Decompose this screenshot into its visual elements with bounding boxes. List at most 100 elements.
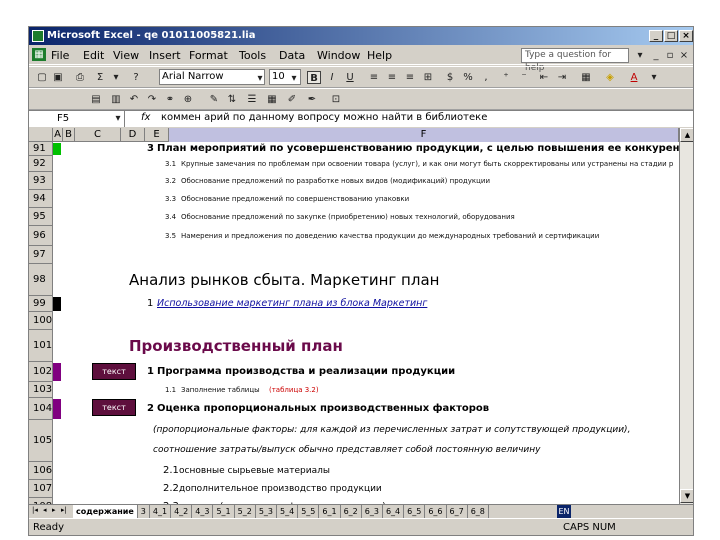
align-left-icon[interactable]: ≡ [367, 71, 381, 84]
sort-icon[interactable]: ⇅ [225, 93, 239, 106]
size-dropdown-icon[interactable]: ▾ [287, 72, 301, 85]
sheet-tab[interactable]: 5_2 [235, 505, 256, 518]
sheet-tab[interactable]: 4_2 [171, 505, 193, 518]
vertical-scrollbar[interactable]: ▲ ▼ [679, 128, 693, 504]
increase-indent-icon[interactable]: ⇥ [555, 71, 569, 84]
redo-icon[interactable]: ↷ [145, 93, 159, 106]
menu-help[interactable]: Help [367, 49, 392, 62]
row-header[interactable]: 101 [29, 330, 53, 362]
close-button[interactable]: × [679, 30, 693, 42]
scroll-up-arrow[interactable]: ▲ [680, 128, 693, 142]
pen-icon[interactable]: ✒ [305, 93, 319, 106]
sheet-tab[interactable]: 5_5 [298, 505, 320, 518]
prev-sheet-icon[interactable]: ◂ [43, 506, 47, 514]
row-header[interactable]: 107 [29, 480, 53, 498]
fill-color-icon[interactable]: ◈ [603, 71, 617, 84]
sheet-tab[interactable]: 6_2 [341, 505, 362, 518]
row-header[interactable]: 93 [29, 172, 53, 190]
comma-style-icon[interactable]: , [479, 71, 493, 84]
help-question-box[interactable]: Type a question for help [521, 48, 629, 73]
format-painter-icon[interactable]: ✐ [285, 93, 299, 106]
row-header[interactable]: 91 [29, 142, 53, 156]
bold-button[interactable]: B [307, 71, 321, 84]
column-header-f[interactable]: F [169, 128, 679, 142]
sheet-tab[interactable]: 5_1 [213, 505, 235, 518]
restore-button[interactable]: □ [664, 30, 678, 42]
formula-input[interactable]: коммен арий по данному вопросу можно най… [161, 112, 487, 123]
merge-center-icon[interactable]: ⊞ [421, 71, 435, 84]
text-button[interactable]: текст [92, 399, 136, 416]
menu-format[interactable]: Format [189, 49, 228, 62]
menu-insert[interactable]: Insert [149, 49, 181, 62]
sheet-tab[interactable]: содержание [73, 505, 138, 518]
row-header[interactable]: 94 [29, 190, 53, 208]
menu-tools[interactable]: Tools [239, 49, 266, 62]
menu-data[interactable]: Data [279, 49, 305, 62]
new-icon[interactable]: ▢ [35, 71, 49, 84]
insert-function-button[interactable]: fx [141, 112, 150, 123]
underline-button[interactable]: U [343, 71, 357, 84]
toolbar-options-icon[interactable]: ▾ [647, 71, 661, 84]
column-header-e[interactable]: E [145, 128, 169, 142]
row-header[interactable]: 104 [29, 398, 53, 420]
next-sheet-icon[interactable]: ▸ [52, 506, 56, 514]
currency-icon[interactable]: $ [443, 71, 457, 84]
row-header[interactable]: 97 [29, 246, 53, 264]
select-all-corner[interactable] [29, 128, 53, 142]
menu-view[interactable]: View [113, 49, 139, 62]
minimize-button[interactable]: _ [649, 30, 663, 42]
row-header[interactable]: 95 [29, 208, 53, 226]
print-preview-icon[interactable]: ⎙ [73, 71, 87, 84]
row-header[interactable]: 100 [29, 312, 53, 330]
help-icon[interactable]: ? [129, 71, 143, 84]
sheet-tab[interactable]: 5_3 [256, 505, 277, 518]
control-toolbox-icon[interactable]: ▤ [89, 93, 103, 106]
sheet-tab[interactable]: 4_1 [150, 505, 172, 518]
row-header[interactable]: 96 [29, 226, 53, 246]
column-header-d[interactable]: D [121, 128, 145, 142]
column-header-b[interactable]: B [63, 128, 75, 142]
draw-icon[interactable]: ✎ [207, 93, 221, 106]
sheet-tab[interactable]: 4_3 [192, 505, 214, 518]
percent-icon[interactable]: % [461, 71, 475, 84]
sheet-tab[interactable]: 6_6 [425, 505, 447, 518]
doc-restore-icon[interactable]: ▫ [663, 49, 677, 62]
web-toolbar-icon[interactable]: ⊕ [181, 93, 195, 106]
row-header[interactable]: 103 [29, 382, 53, 398]
sheet-tab[interactable]: 6_5 [404, 505, 426, 518]
decrease-decimal-icon[interactable]: ⁻ [517, 71, 531, 84]
first-sheet-icon[interactable]: |◂ [32, 506, 38, 514]
row-header[interactable]: 106 [29, 462, 53, 480]
sheet-tab[interactable]: 6_4 [383, 505, 405, 518]
row-header[interactable]: 102 [29, 362, 53, 382]
align-center-icon[interactable]: ≡ [385, 71, 399, 84]
menu-edit[interactable]: Edit [83, 49, 104, 62]
font-name-select[interactable]: Arial Narrow [159, 69, 265, 85]
column-header-a[interactable]: A [53, 128, 63, 142]
increase-decimal-icon[interactable]: ⁺ [499, 71, 513, 84]
menu-file[interactable]: File [51, 49, 69, 62]
sheet-tab[interactable]: 6_3 [362, 505, 383, 518]
italic-button[interactable]: I [325, 71, 339, 84]
column-header-c[interactable]: C [75, 128, 121, 142]
sheet-tab[interactable]: 6_1 [319, 505, 341, 518]
doc-close-icon[interactable]: × [677, 49, 691, 62]
autosum-icon[interactable]: Σ [93, 71, 107, 84]
align-right-icon[interactable]: ≡ [403, 71, 417, 84]
last-sheet-icon[interactable]: ▸| [61, 506, 67, 514]
help-dropdown-icon[interactable]: ▾ [633, 49, 647, 62]
sheet-tab[interactable]: 6_7 [447, 505, 468, 518]
row-header[interactable]: 92 [29, 156, 53, 172]
borders-icon[interactable]: ▦ [579, 71, 593, 84]
row-header[interactable]: 98 [29, 264, 53, 296]
table-icon[interactable]: ▦ [265, 93, 279, 106]
menu-window[interactable]: Window [317, 49, 360, 62]
workbook-icon[interactable]: ▦ [32, 48, 46, 61]
lines-icon[interactable]: ☰ [245, 93, 259, 106]
insert-hyperlink-icon[interactable]: ⚭ [163, 93, 177, 106]
chart-wizard-icon[interactable]: ▥ [109, 93, 123, 106]
row-header[interactable]: 105 [29, 420, 53, 462]
undo-icon[interactable]: ↶ [127, 93, 141, 106]
doc-minimize-icon[interactable]: _ [649, 49, 663, 62]
sum-dropdown-icon[interactable]: ▾ [109, 71, 123, 84]
